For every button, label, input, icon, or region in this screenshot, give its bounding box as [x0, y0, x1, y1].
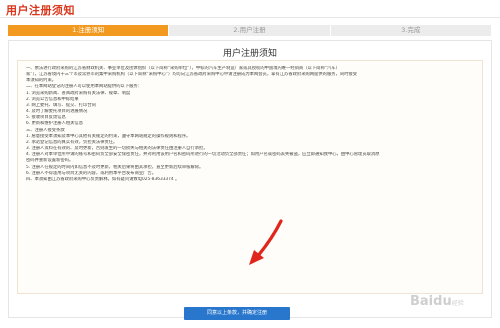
baidu-watermark: Baidu经验 [410, 294, 464, 309]
red-arrow-annotation-icon [249, 219, 283, 265]
step-complete: 3.完成 [330, 25, 492, 36]
agree-register-button[interactable]: 同意以上条款，并确定注册 [184, 307, 290, 320]
step-notice: 1.注册须知 [8, 25, 170, 36]
step-register: 2.用户注册 [169, 25, 331, 36]
page-title: 用户注册须知 [6, 4, 75, 17]
notice-line: 四、本须知由江苏省政府采购中心负责解释。如有疑问请致电025-83633374 … [26, 176, 180, 182]
notice-panel: 用户注册须知 一、依法进行政府采购的江苏省财政机关、事业单位及团体组织（以下简称… [8, 40, 492, 320]
notice-title: 用户注册须知 [222, 49, 277, 59]
page: 用户注册须知 1.注册须知 2.用户注册 3.完成 用户注册须知 一、依法进行政… [0, 0, 500, 328]
header-divider [0, 17, 500, 18]
watermark-subtext: 经验 [451, 300, 464, 307]
watermark-text: Baidu [410, 294, 452, 309]
step-progress: 1.注册须知 2.用户注册 3.完成 [8, 25, 492, 36]
